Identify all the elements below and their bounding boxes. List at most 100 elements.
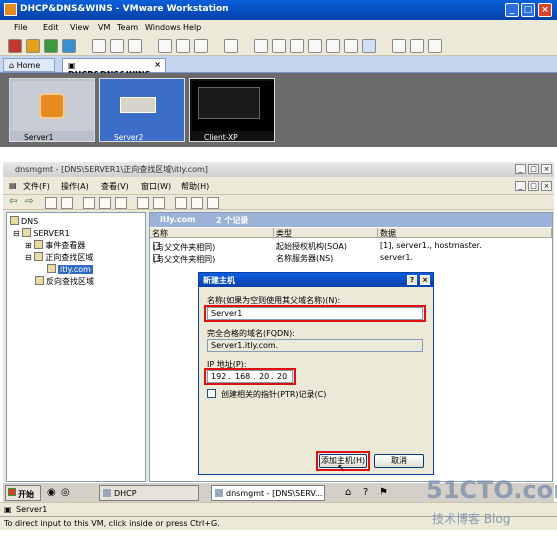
tab-dhcp-dns-wins[interactable]: ▣ DHCP&DNS&WINS × xyxy=(62,58,166,79)
child-minimize-button[interactable]: _ xyxy=(515,181,526,191)
quick-launch-ie-icon[interactable]: ◎ xyxy=(61,487,70,498)
properties-icon[interactable] xyxy=(83,197,95,209)
dialog-title-bar: 新建主机 ? × xyxy=(199,273,433,287)
mmc-close-button[interactable]: × xyxy=(541,164,552,174)
zone-icon xyxy=(47,264,56,273)
ip-octet-1[interactable]: 192 xyxy=(211,372,226,381)
console-preview xyxy=(198,87,260,119)
help-topic-icon[interactable] xyxy=(137,197,149,209)
suspend-icon[interactable] xyxy=(26,39,40,53)
tree-node-reverse-zones[interactable]: 反向查找区域 xyxy=(35,276,94,287)
summary-view-icon[interactable] xyxy=(272,39,286,53)
ptr-checkbox[interactable] xyxy=(207,389,216,398)
menu-windows[interactable]: Windows xyxy=(145,23,181,32)
host-name-input[interactable]: Server1 xyxy=(207,307,423,320)
column-name[interactable]: 名称 xyxy=(150,228,274,238)
mmc-maximize-button[interactable]: □ xyxy=(528,164,539,174)
new-mail-exchanger-icon[interactable] xyxy=(207,197,219,209)
server-icon xyxy=(22,228,32,237)
thumbnail-server1[interactable]: Server1 xyxy=(9,78,95,142)
full-screen-icon[interactable] xyxy=(326,39,340,53)
minimize-button[interactable]: _ xyxy=(505,3,519,17)
security-tray-icon[interactable]: ⚑ xyxy=(379,487,388,498)
menu-view[interactable]: View xyxy=(70,23,89,32)
tree-node-zone-itly[interactable]: itly.com xyxy=(47,264,93,274)
revert-snapshot-icon[interactable] xyxy=(110,39,124,53)
console-view-icon[interactable] xyxy=(290,39,304,53)
new-host-icon[interactable] xyxy=(175,197,187,209)
column-headers: 名称 类型 数据 xyxy=(150,228,552,238)
mmc-menu-help[interactable]: 帮助(H) xyxy=(181,181,209,192)
child-restore-button[interactable]: □ xyxy=(528,181,539,191)
menu-team[interactable]: Team xyxy=(117,23,138,32)
expand-icon[interactable]: ⊞ xyxy=(25,241,34,250)
tree-node-event-viewer[interactable]: ⊞ 事件查看器 xyxy=(25,240,85,251)
team-icon[interactable] xyxy=(158,39,172,53)
record-row[interactable]: (与父文件夹相同) 名称服务器(NS) server1. xyxy=(150,252,552,264)
reset-icon[interactable] xyxy=(62,39,76,53)
sidebar-icon[interactable] xyxy=(254,39,268,53)
back-arrow-icon[interactable]: ⇦ xyxy=(9,196,17,207)
menu-file[interactable]: File xyxy=(14,23,27,32)
help-tray-icon[interactable]: ? xyxy=(363,487,368,498)
column-type[interactable]: 类型 xyxy=(274,228,378,238)
forward-arrow-icon[interactable]: ⇨ xyxy=(25,196,33,207)
console-tree-icon[interactable] xyxy=(153,197,165,209)
start-button[interactable]: 开始 xyxy=(5,485,41,501)
collapse-icon[interactable]: ⊟ xyxy=(25,253,34,262)
menu-vm[interactable]: VM xyxy=(98,23,110,32)
mmc-menu-action[interactable]: 操作(A) xyxy=(61,181,89,192)
mmc-app-icon: ▤ xyxy=(9,181,17,190)
quick-switch-icon[interactable] xyxy=(308,39,322,53)
menu-edit[interactable]: Edit xyxy=(43,23,59,32)
refresh-icon[interactable] xyxy=(99,197,111,209)
mmc-minimize-button[interactable]: _ xyxy=(515,164,526,174)
snapshot-icon[interactable] xyxy=(92,39,106,53)
tab-close-icon[interactable]: × xyxy=(154,60,161,69)
record-row[interactable]: (与父文件夹相同) 起始授权机构(SOA) [1], server1., hos… xyxy=(150,240,552,252)
network-tray-icon[interactable]: ⌂ xyxy=(345,487,351,498)
column-data[interactable]: 数据 xyxy=(378,228,552,238)
mmc-menu-file[interactable]: 文件(F) xyxy=(23,181,50,192)
tree-node-dns[interactable]: DNS xyxy=(10,216,38,226)
dialog-help-button[interactable]: ? xyxy=(407,275,417,285)
new-alias-icon[interactable] xyxy=(191,197,203,209)
clone-icon[interactable] xyxy=(176,39,190,53)
taskbar-item-dnsmgmt[interactable]: dnsmgmt - [DNS\SERV... xyxy=(211,485,325,501)
settings-icon[interactable] xyxy=(224,39,238,53)
maximize-button[interactable]: □ xyxy=(521,3,535,17)
tree-node-server1[interactable]: ⊟ SERVER1 xyxy=(13,228,70,238)
collapse-icon[interactable]: ⊟ xyxy=(13,229,22,238)
window-title: DHCP&DNS&WINS - VMware Workstation xyxy=(20,4,229,14)
thumbnail-view-icon[interactable] xyxy=(362,39,376,53)
tab-home[interactable]: ⌂ Home xyxy=(3,58,55,72)
cancel-button[interactable]: 取消 xyxy=(374,454,424,468)
record-icon[interactable] xyxy=(392,39,406,53)
quick-launch-explorer-icon[interactable]: ◉ xyxy=(47,487,56,498)
export-list-icon[interactable] xyxy=(115,197,127,209)
dialog-close-button[interactable]: × xyxy=(420,275,430,285)
mmc-menu-window[interactable]: 窗口(W) xyxy=(141,181,171,192)
thumbnail-client-xp[interactable]: Client-XP xyxy=(189,78,275,142)
snapshot-manager-icon[interactable] xyxy=(128,39,142,53)
ip-octet-3[interactable]: 20 xyxy=(259,372,269,381)
help-icon[interactable] xyxy=(428,39,442,53)
show-tree-icon[interactable] xyxy=(61,197,73,209)
record-count: 2 个记录 xyxy=(216,216,249,225)
ip-octet-2[interactable]: 168 xyxy=(235,372,250,381)
mmc-menu-view[interactable]: 查看(V) xyxy=(101,181,129,192)
ip-octet-4[interactable]: 20 xyxy=(277,372,287,381)
up-level-icon[interactable] xyxy=(45,197,57,209)
child-close-button[interactable]: × xyxy=(541,181,552,191)
taskbar-item-dhcp[interactable]: DHCP xyxy=(99,485,199,501)
menu-help[interactable]: Help xyxy=(183,23,201,32)
network-icon[interactable] xyxy=(194,39,208,53)
replay-icon[interactable] xyxy=(410,39,424,53)
unity-icon[interactable] xyxy=(344,39,358,53)
close-button[interactable]: × xyxy=(538,3,552,17)
thumbnail-server2[interactable]: Server2 xyxy=(99,78,185,142)
tree-node-forward-zones[interactable]: ⊟ 正向查找区域 xyxy=(25,252,93,263)
power-off-icon[interactable] xyxy=(8,39,22,53)
ip-address-input[interactable]: 192 . 168 . 20 . 20 xyxy=(207,370,293,383)
power-on-icon[interactable] xyxy=(44,39,58,53)
